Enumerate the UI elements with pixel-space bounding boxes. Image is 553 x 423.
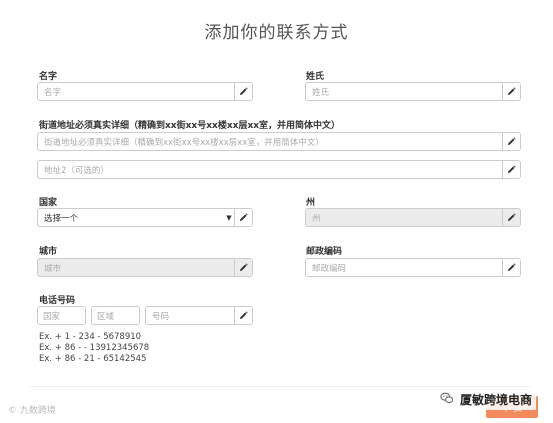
phone-number-placeholder[interactable]: 号码 [146,307,234,324]
last-name-label: 姓氏 [306,72,325,82]
country-select[interactable]: 选择一个 ▼ [37,208,253,227]
pencil-icon[interactable] [234,307,252,324]
last-name-field[interactable]: 姓氏 [305,82,521,101]
pencil-icon[interactable] [502,133,520,150]
first-name-placeholder[interactable]: 名字 [38,83,234,100]
pencil-icon[interactable] [502,83,520,100]
country-label: 国家 [39,198,58,208]
last-name-placeholder[interactable]: 姓氏 [306,83,502,100]
watermark-right: 厦敏跨境电商 [436,389,537,410]
pencil-icon[interactable] [234,209,252,226]
street-address-placeholder[interactable]: 街道地址必须真实详细（精确到xx街xx号xx楼xx层xx室，并用简体中文） [38,133,502,150]
city-placeholder[interactable]: 城市 [38,259,234,276]
first-name-label: 名字 [39,72,58,82]
postal-code-field[interactable]: 邮政编码 [305,258,521,277]
state-placeholder[interactable]: 州 [306,209,502,226]
city-label: 城市 [39,247,58,257]
first-name-field[interactable]: 名字 [37,82,253,101]
address2-field[interactable]: 地址2（可选的） [37,160,521,179]
phone-number-field[interactable]: 号码 [145,306,253,325]
phone-example-line: Ex. + 86 - 21 - 65142545 [39,354,147,364]
postal-code-label: 邮政编码 [306,247,343,257]
city-field[interactable]: 城市 [37,258,253,277]
pencil-icon[interactable] [502,259,520,276]
page-title: 添加你的联系方式 [204,23,349,43]
street-address-label: 街道地址必须真实详细（精确到xx街xx号xx楼xx层xx室，并用简体中文） [39,121,341,131]
phone-example-line: Ex. + 86 - - 13912345678 [39,343,150,353]
country-selected-value[interactable]: 选择一个 [38,209,224,226]
pencil-icon[interactable] [234,83,252,100]
watermark-right-text: 厦敏跨境电商 [460,393,533,407]
pencil-icon[interactable] [502,209,520,226]
phone-examples: Ex. + 1 - 234 - 5678910 Ex. + 86 - - 139… [39,332,149,365]
phone-country-code-input[interactable]: 国家 [37,306,86,325]
watermark-left: © 九数跨境 [8,406,56,416]
state-label: 州 [306,198,316,208]
postal-code-placeholder[interactable]: 邮政编码 [306,259,502,276]
street-address-field[interactable]: 街道地址必须真实详细（精确到xx街xx号xx楼xx层xx室，并用简体中文） [37,132,521,151]
phone-area-code-input[interactable]: 区域 [91,306,140,325]
caret-down-icon[interactable]: ▼ [224,209,234,226]
phone-label: 电话号码 [39,296,76,306]
footer-divider [30,386,530,387]
address2-placeholder[interactable]: 地址2（可选的） [38,161,502,178]
phone-example-line: Ex. + 1 - 234 - 5678910 [39,332,142,342]
wechat-icon [440,391,454,408]
pencil-icon[interactable] [502,161,520,178]
pencil-icon[interactable] [234,259,252,276]
state-field[interactable]: 州 [305,208,521,227]
